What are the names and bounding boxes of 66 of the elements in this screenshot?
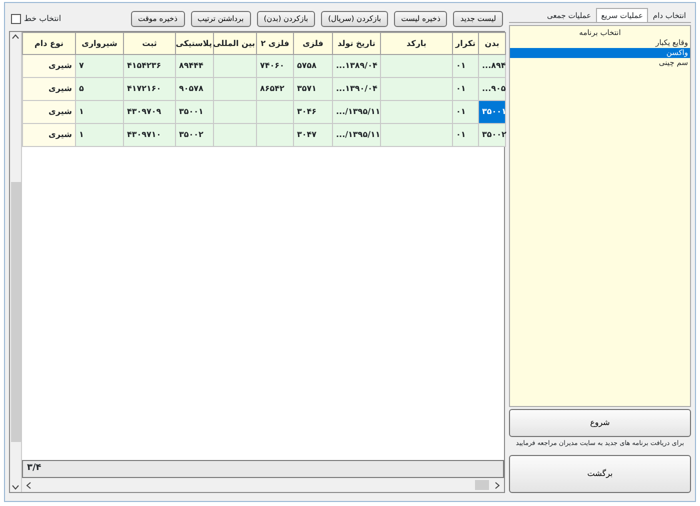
table-cell: ۰۱: [452, 54, 478, 78]
checkbox[interactable]: [11, 14, 21, 24]
table-cell: شیری: [22, 78, 76, 100]
table-cell: ...۹۰۵: [478, 78, 506, 100]
table-cell: [380, 100, 452, 124]
table-cell: ۰۱: [452, 78, 478, 100]
table-cell: ۳۵۰۰۱: [176, 100, 214, 124]
table-cell: [380, 78, 452, 100]
table-cell: ۰۱: [452, 100, 478, 124]
column-header: پلاستیکی: [176, 32, 214, 54]
table-cell: ۷: [76, 54, 124, 78]
column-header: فلزی ۲: [256, 32, 294, 54]
table-cell: ۷۴۰۶۰: [256, 54, 294, 78]
table-cell: [380, 124, 452, 146]
table-cell: ۳۵۰۰۲: [176, 124, 214, 146]
scroll-right-icon[interactable]: [495, 482, 500, 488]
table-cell: ۵: [76, 78, 124, 100]
record-count: ۳/۴: [27, 462, 42, 476]
scrollbar-thumb[interactable]: [10, 182, 20, 442]
table-cell: .../۱۳۹۵/۱۱: [332, 124, 380, 146]
table-cell: ۳۰۴۶: [294, 100, 332, 124]
table-cell: ۱: [76, 100, 124, 124]
scrollbar-thumb[interactable]: [475, 480, 489, 490]
column-header: بین المللی: [214, 32, 256, 54]
column-header: تکرار: [452, 32, 478, 54]
table-cell: ۴۳۰۹۷۰۹: [124, 100, 176, 124]
table-cell: ۳۵۰۰۲: [478, 124, 506, 146]
table-cell: .../۱۳۹۵/۱۱: [332, 100, 380, 124]
table-cell: شیری: [22, 124, 76, 146]
table-cell: شیری: [22, 100, 76, 124]
start-button[interactable]: شروع: [509, 409, 691, 438]
table-cell: [380, 54, 452, 78]
table-cell: ۳۰۴۷: [294, 124, 332, 146]
table-cell: [214, 100, 256, 124]
column-header: بدن: [478, 32, 506, 54]
table-cell: ۴۳۰۹۷۱۰: [124, 124, 176, 146]
column-header: تاریخ تولد: [332, 32, 380, 54]
table-cell: ۴۱۷۲۱۶۰: [124, 78, 176, 100]
checkbox-label: انتخاب خط: [24, 13, 62, 25]
table-cell: ...۸۹۴: [478, 54, 506, 78]
table-cell: ۵۷۵۸: [294, 54, 332, 78]
table-cell: [214, 54, 256, 78]
scroll-down-icon[interactable]: [12, 485, 19, 490]
table-cell: ۱: [76, 124, 124, 146]
column-header: ثبت: [124, 32, 176, 54]
column-header: نوع دام: [22, 32, 76, 54]
column-header: شیرواری: [76, 32, 124, 54]
scroll-up-icon[interactable]: [12, 34, 19, 39]
table-cell: [214, 124, 256, 146]
column-header: بارکد: [380, 32, 452, 54]
table-cell: [256, 100, 294, 124]
table-cell: ۹۰۵۷۸: [176, 78, 214, 100]
table-cell: ۸۹۴۴۴: [176, 54, 214, 78]
table-cell: [214, 78, 256, 100]
scroll-left-icon[interactable]: [26, 482, 31, 488]
table-cell: [256, 124, 294, 146]
table-cell: ۰۱: [452, 124, 478, 146]
back-button[interactable]: برگشت: [509, 455, 691, 493]
table-cell: ۴۱۵۴۲۳۶: [124, 54, 176, 78]
table-cell: ۸۶۵۴۲: [256, 78, 294, 100]
table-cell: ...۱۳۸۹/۰۴: [332, 54, 380, 78]
table-cell: شیری: [22, 54, 76, 78]
table-cell: ۳۵۰۰۱: [478, 100, 506, 124]
column-header: فلزی: [294, 32, 332, 54]
table-cell: ۳۵۷۱: [294, 78, 332, 100]
table-cell: ...۱۳۹۰/۰۴: [332, 78, 380, 100]
